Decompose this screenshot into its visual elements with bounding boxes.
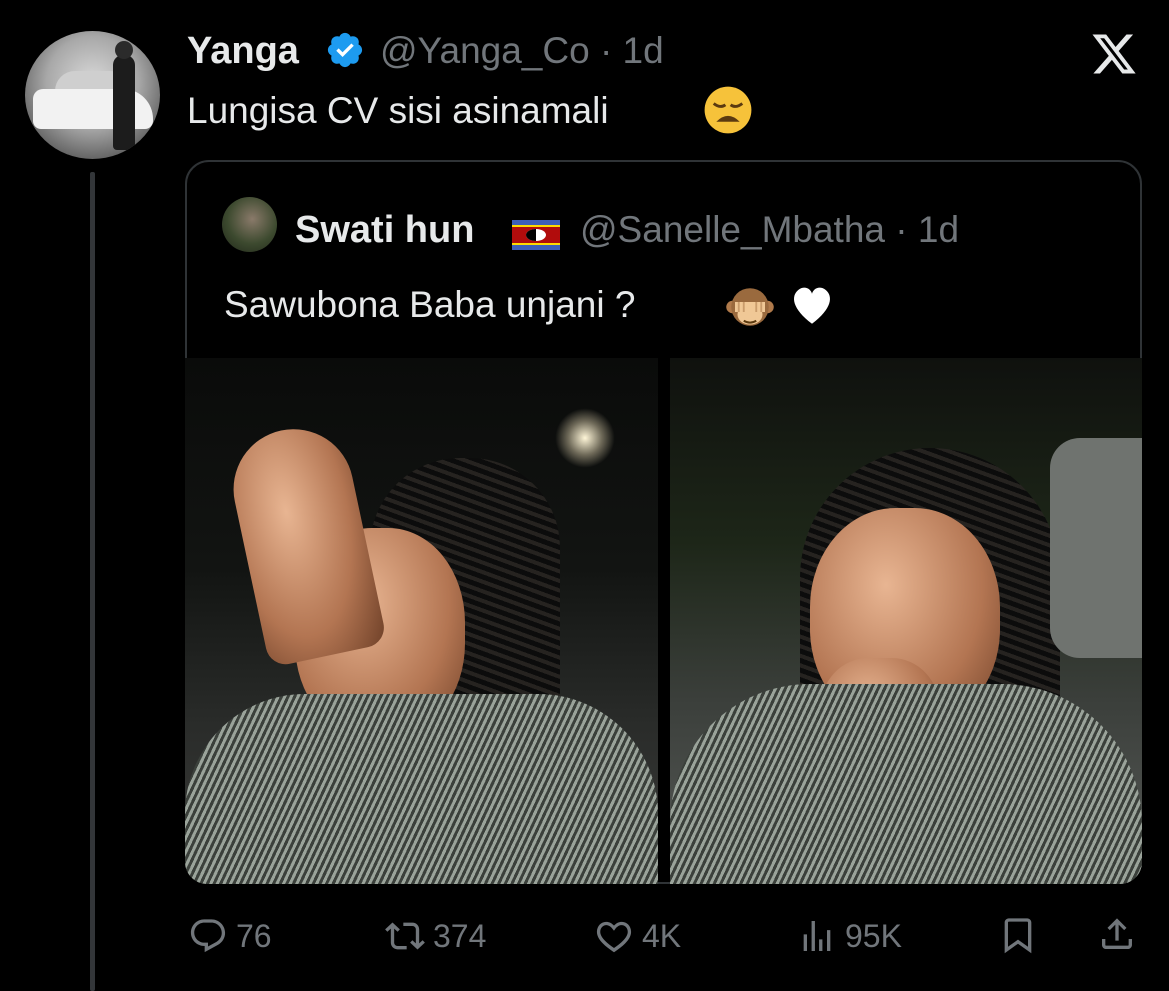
weary-face-emoji <box>704 86 752 134</box>
reply-button[interactable]: 76 <box>188 915 272 957</box>
white-heart-emoji <box>794 287 830 324</box>
views-icon <box>803 921 831 951</box>
like-count: 4K <box>642 917 682 954</box>
author-avatar[interactable] <box>25 31 160 159</box>
eswatini-flag-icon <box>512 220 560 250</box>
heart-icon <box>596 921 632 953</box>
see-no-evil-monkey-emoji <box>726 288 774 326</box>
bookmark-icon[interactable] <box>998 915 1038 955</box>
author-handle[interactable]: @Yanga_Co · 1d <box>380 30 664 72</box>
tweet-text: Lungisa CV sisi asinamali <box>187 90 609 131</box>
reply-count: 76 <box>236 917 272 954</box>
retweet-icon <box>385 922 425 950</box>
views-count: 95K <box>845 917 902 954</box>
like-button[interactable]: 4K <box>594 915 681 957</box>
verified-badge-icon <box>327 32 363 68</box>
author-name[interactable]: Yanga <box>187 30 299 73</box>
quoted-author-avatar[interactable] <box>222 197 277 252</box>
retweet-count: 374 <box>433 917 487 954</box>
quoted-tweet-text: Sawubona Baba unjani ? <box>224 284 636 325</box>
reply-icon <box>190 919 226 953</box>
quoted-author-handle[interactable]: @Sanelle_Mbatha · 1d <box>580 209 959 251</box>
thread-line <box>90 172 95 991</box>
quoted-photo-2[interactable] <box>670 358 1142 884</box>
x-logo-icon <box>1092 34 1136 74</box>
quoted-photo-1[interactable] <box>185 358 658 884</box>
share-icon[interactable] <box>1097 913 1137 955</box>
retweet-button[interactable]: 374 <box>385 915 486 957</box>
views-button[interactable]: 95K <box>797 915 902 957</box>
quoted-author-name[interactable]: Swati hun <box>295 209 474 252</box>
